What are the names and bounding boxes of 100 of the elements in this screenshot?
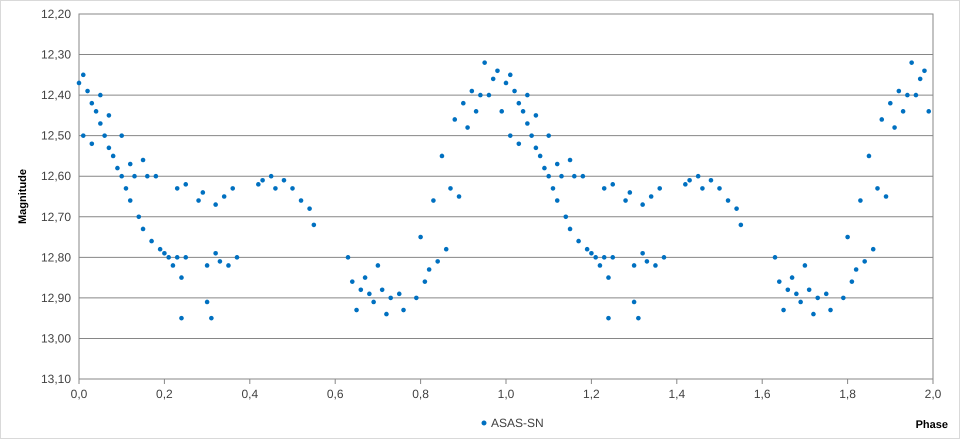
data-point (572, 174, 577, 179)
data-point (110, 154, 116, 158)
data-point (610, 182, 616, 187)
data-point (128, 162, 133, 166)
data-point (696, 174, 700, 179)
data-point (632, 263, 636, 268)
data-point (811, 312, 816, 316)
data-point (102, 133, 107, 138)
data-point (384, 312, 389, 316)
data-point (504, 80, 508, 86)
data-point (154, 174, 158, 179)
data-point (905, 92, 910, 98)
data-point (640, 202, 645, 207)
data-point (90, 100, 94, 106)
data-point (418, 234, 423, 240)
data-point (213, 202, 218, 207)
data-point (273, 186, 278, 191)
x-tick-label: 0,8 (412, 387, 429, 401)
data-point (140, 158, 146, 162)
data-point (546, 133, 551, 138)
data-point (568, 226, 572, 232)
data-point (534, 146, 538, 150)
x-tick-label: 1,0 (498, 387, 514, 401)
data-point (380, 287, 384, 292)
data-point (204, 263, 210, 268)
data-point (414, 296, 419, 300)
data-point (554, 198, 560, 203)
data-point (183, 182, 188, 187)
data-point (734, 206, 739, 211)
data-point (346, 255, 350, 260)
data-point (772, 255, 778, 260)
data-point (824, 292, 829, 296)
data-point (290, 186, 295, 191)
x-tick-label: 1,4 (668, 387, 686, 401)
data-point (879, 117, 884, 122)
data-point (790, 275, 794, 280)
data-point (115, 166, 120, 170)
data-point (717, 186, 722, 191)
x-tick-label: 1,6 (754, 387, 771, 401)
data-point (426, 267, 432, 272)
data-point (786, 287, 790, 292)
data-point (358, 287, 364, 292)
data-point (858, 198, 863, 203)
data-point (350, 279, 355, 284)
data-point (841, 296, 846, 300)
data-point (179, 275, 184, 280)
data-point (435, 259, 440, 264)
data-point (452, 117, 458, 122)
data-point (508, 72, 513, 78)
data-point (388, 296, 393, 300)
data-point (866, 154, 872, 158)
data-point (854, 267, 858, 272)
data-point (559, 174, 564, 179)
data-point (200, 190, 206, 195)
data-point (90, 141, 94, 146)
data-point (892, 125, 897, 130)
data-point (909, 60, 914, 65)
data-point (80, 72, 86, 78)
data-point (632, 300, 636, 304)
data-point (576, 238, 581, 244)
data-point (140, 226, 146, 232)
data-point (516, 141, 522, 146)
data-point (776, 279, 782, 284)
data-point (106, 146, 112, 150)
data-point (606, 275, 611, 280)
data-point (700, 186, 705, 191)
x-tick-label: 1,2 (583, 387, 600, 401)
data-point (794, 292, 799, 296)
data-point (525, 92, 530, 98)
data-point (640, 250, 645, 256)
y-tick-label: 12,40 (40, 88, 71, 102)
data-point (806, 287, 812, 292)
data-point (781, 308, 786, 312)
data-point (170, 263, 176, 268)
data-point (448, 186, 453, 191)
data-point (440, 154, 444, 158)
x-axis-title: Phase (916, 419, 948, 431)
y-axis-title: Magnitude (17, 169, 29, 224)
data-point (98, 121, 103, 126)
x-tick-label: 0,6 (326, 387, 344, 401)
data-point (234, 255, 240, 260)
data-point (282, 178, 286, 183)
data-point (602, 255, 606, 260)
data-point (204, 300, 210, 304)
data-point (648, 194, 654, 199)
data-point (312, 222, 316, 228)
data-point (516, 100, 522, 106)
data-point (888, 100, 893, 106)
data-point (828, 308, 833, 312)
data-point (98, 92, 103, 98)
data-point (371, 300, 376, 304)
data-point (606, 316, 611, 320)
y-tick-label: 12,60 (40, 169, 71, 184)
data-point (456, 194, 462, 199)
data-point (738, 222, 744, 228)
data-point (268, 174, 274, 179)
y-tick-label: 12,80 (40, 250, 71, 264)
data-point (80, 133, 86, 138)
data-point (520, 109, 526, 114)
data-point (900, 109, 906, 114)
